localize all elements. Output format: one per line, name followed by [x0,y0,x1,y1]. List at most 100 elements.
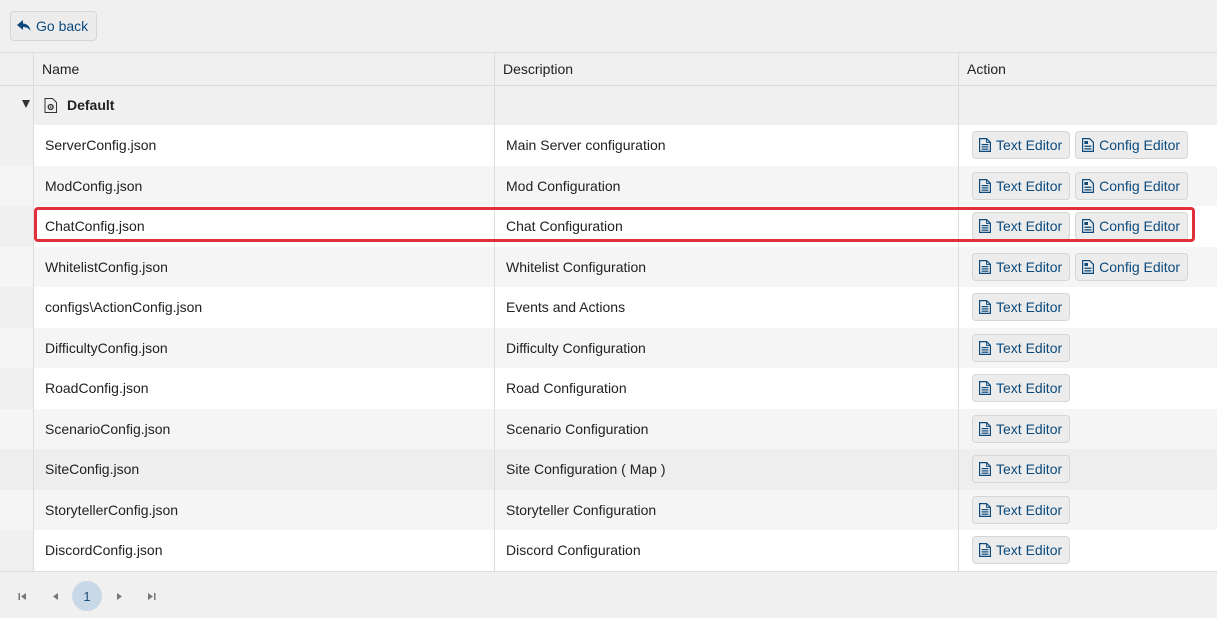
text-editor-label: Text Editor [996,299,1063,316]
column-divider [958,52,959,571]
text-editor-label: Text Editor [996,339,1063,356]
row-name: StorytellerConfig.json [45,501,179,518]
file-text-icon [979,259,991,274]
row-name: SiteConfig.json [45,461,140,478]
row-actions: Text Editor [958,287,1217,328]
go-back-label: Go back [36,18,89,34]
group-row-default[interactable]: Default [0,86,1217,125]
text-editor-button[interactable]: Text Editor [972,333,1071,362]
last-page-button[interactable] [137,582,165,610]
file-text-icon [979,381,991,396]
column-divider [33,52,34,571]
table-row[interactable]: WhitelistConfig.json Whitelist Configurat… [0,246,1217,287]
file-config-icon [1082,259,1095,274]
file-text-icon [979,543,991,558]
table-row[interactable]: DiscordConfig.json Discord Configuration T… [0,530,1217,571]
row-description: Discord Configuration [506,542,641,559]
file-gear-icon [44,98,57,113]
row-name: DifficultyConfig.json [45,339,168,356]
row-description: Mod Configuration [506,177,621,194]
next-page-button[interactable] [105,582,133,610]
text-editor-label: Text Editor [996,258,1063,275]
text-editor-label: Text Editor [996,542,1063,559]
first-page-button[interactable] [8,582,36,610]
text-editor-button[interactable]: Text Editor [972,374,1071,403]
table-row[interactable]: StorytellerConfig.json Storyteller Config… [0,489,1217,530]
row-description: Scenario Configuration [506,420,649,437]
previous-page-button[interactable] [41,582,69,610]
row-name: DiscordConfig.json [45,542,163,559]
table-row[interactable]: RoadConfig.json Road Configuration Text Ed… [0,368,1217,409]
config-editor-button[interactable]: Config Editor [1075,131,1189,160]
file-text-icon [979,340,991,355]
text-editor-button[interactable]: Text Editor [972,252,1071,281]
group-label: Default [67,97,115,113]
last-page-icon [147,592,155,600]
column-header-action[interactable]: Action [958,53,1217,85]
table-row[interactable]: SiteConfig.json Site Configuration ( Map … [0,449,1217,490]
table-row[interactable]: ModConfig.json Mod Configuration Text Edit… [0,165,1217,207]
text-editor-button[interactable]: Text Editor [972,455,1071,484]
text-editor-button[interactable]: Text Editor [972,495,1071,524]
text-editor-button[interactable]: Text Editor [972,293,1071,322]
row-description: Main Server configuration [506,137,666,154]
column-header-name[interactable]: Name [33,53,494,85]
file-text-icon [979,300,991,315]
row-description: Road Configuration [506,380,627,397]
row-actions: Text Editor Config Editor [958,206,1217,247]
row-name: ModConfig.json [45,177,143,194]
row-description: Site Configuration ( Map ) [506,461,666,478]
file-text-icon [979,462,991,477]
text-editor-label: Text Editor [996,218,1063,235]
table-row[interactable]: ServerConfig.json Main Server configurati… [0,125,1217,166]
page-button-current[interactable]: 1 [72,581,102,611]
row-actions: Text Editor Config Editor [958,166,1217,207]
top-toolbar: Go back [0,0,1217,52]
chevron-right-icon [116,592,122,600]
first-page-icon [18,592,26,600]
row-actions: Text Editor [958,328,1217,369]
file-text-icon [979,421,991,436]
row-name: WhitelistConfig.json [45,258,168,275]
text-editor-button[interactable]: Text Editor [972,212,1071,241]
text-editor-label: Text Editor [996,380,1063,397]
row-name: ScenarioConfig.json [45,420,171,437]
text-editor-button[interactable]: Text Editor [972,131,1071,160]
table-row[interactable]: ChatConfig.json Chat Configuration Text Ed… [0,206,1217,247]
table-row[interactable]: configs\ActionConfig.json Events and Acti… [0,287,1217,328]
config-editor-button[interactable]: Config Editor [1075,252,1189,281]
config-editor-button[interactable]: Config Editor [1075,212,1189,241]
text-editor-label: Text Editor [996,420,1063,437]
config-table: Name Description Action Default ServerCo… [0,52,1217,571]
config-editor-label: Config Editor [1099,258,1181,275]
file-text-icon [979,178,991,193]
collapse-toggle-icon[interactable] [22,100,30,108]
row-description: Storyteller Configuration [506,501,657,518]
column-header-description[interactable]: Description [494,53,958,85]
column-divider [494,52,495,571]
table-row[interactable]: DifficultyConfig.json Difficulty Configur… [0,327,1217,369]
row-actions: Text Editor [958,449,1217,490]
text-editor-label: Text Editor [996,177,1063,194]
config-editor-button[interactable]: Config Editor [1075,171,1189,200]
table-header: Name Description Action [0,52,1217,86]
row-name: RoadConfig.json [45,380,149,397]
pagination-bar: 1 [0,571,1217,618]
text-editor-button[interactable]: Text Editor [972,171,1071,200]
row-actions: Text Editor Config Editor [958,125,1217,166]
text-editor-label: Text Editor [996,137,1063,154]
config-editor-label: Config Editor [1099,137,1181,154]
text-editor-button[interactable]: Text Editor [972,536,1071,565]
row-description: Events and Actions [506,299,626,316]
row-actions: Text Editor [958,409,1217,450]
chevron-left-icon [52,592,58,600]
row-name: configs\ActionConfig.json [45,299,203,316]
config-editor-label: Config Editor [1099,218,1181,235]
text-editor-button[interactable]: Text Editor [972,414,1071,443]
file-text-icon [979,138,991,153]
row-name: ChatConfig.json [45,218,145,235]
row-description: Difficulty Configuration [506,339,646,356]
config-editor-label: Config Editor [1099,177,1181,194]
table-row[interactable]: ScenarioConfig.json Scenario Configuratio… [0,408,1217,450]
go-back-button[interactable]: Go back [10,11,98,41]
